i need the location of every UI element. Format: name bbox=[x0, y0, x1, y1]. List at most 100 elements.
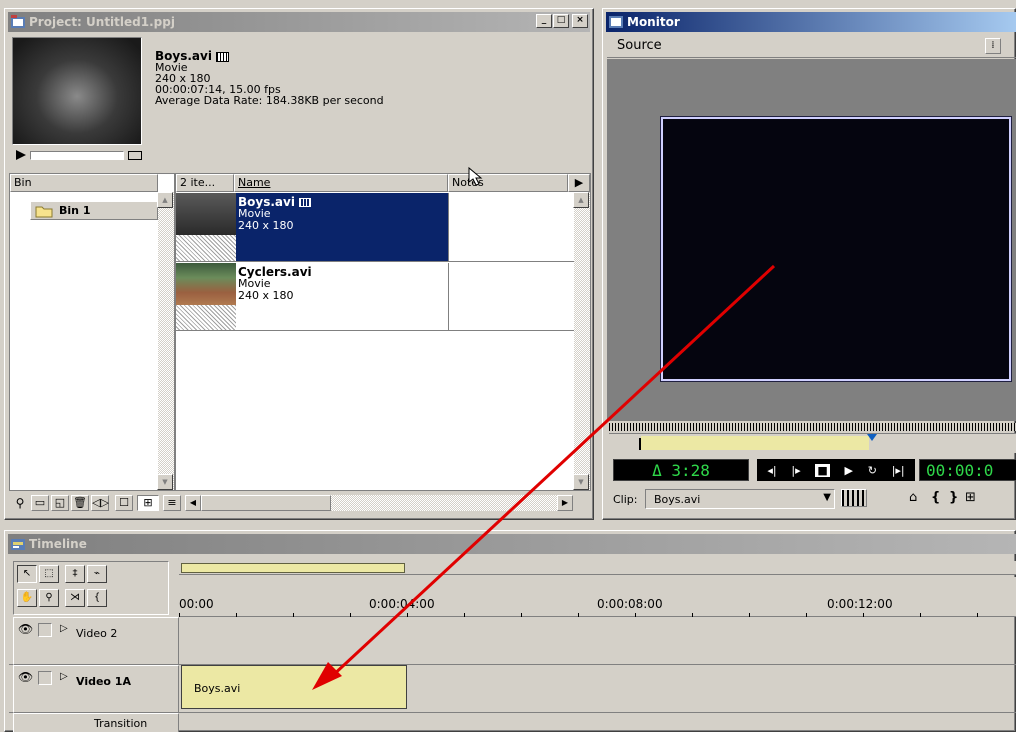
play-in-to-out-icon[interactable]: |▸| bbox=[892, 464, 905, 477]
list-view-icon[interactable]: ≡ bbox=[163, 495, 181, 511]
playhead-marker[interactable] bbox=[867, 434, 877, 441]
source-scrub-bar[interactable] bbox=[609, 433, 1016, 453]
source-menu-icon[interactable]: ⁞ bbox=[985, 38, 1001, 54]
range-select-tool-icon[interactable]: ⬚ bbox=[39, 565, 59, 583]
preview-poster-frame-icon[interactable] bbox=[128, 151, 142, 160]
preview-scrubber[interactable] bbox=[30, 151, 124, 160]
selection-tool-icon[interactable]: ↖ bbox=[17, 565, 37, 583]
list-item[interactable]: Cyclers.avi Movie 240 x 180 bbox=[176, 263, 574, 331]
monitor-window: Monitor Source ⁞ Δ 3:28 ◂| |▸ ■ ▶ ↻ |▸| … bbox=[602, 8, 1016, 520]
hscroll-right[interactable]: ▶ bbox=[557, 495, 573, 511]
source-timeline-ruler[interactable] bbox=[609, 423, 1016, 431]
monitor-titlebar[interactable]: Monitor bbox=[606, 12, 1016, 32]
resize-pane-icon[interactable]: ◁▷ bbox=[91, 495, 109, 511]
ruler-label: 0:00:04:00 bbox=[369, 597, 435, 611]
hscroll-left[interactable]: ◀ bbox=[185, 495, 201, 511]
timeline-titlebar[interactable]: Timeline bbox=[8, 534, 1016, 554]
source-tab[interactable]: Source ⁞ bbox=[607, 36, 1016, 58]
new-bin-icon[interactable]: ▭ bbox=[31, 495, 49, 511]
play-icon[interactable]: ▶ bbox=[845, 464, 853, 477]
ruler-label: 0:00:08:00 bbox=[597, 597, 663, 611]
thumbnail-view-icon[interactable]: ⊞ bbox=[137, 495, 159, 511]
monitor-window-icon bbox=[609, 16, 623, 28]
monitor-viewer bbox=[607, 59, 1016, 421]
timecode-value: 00:00:0 bbox=[926, 461, 994, 480]
timeline-clip-label: Boys.avi bbox=[194, 682, 241, 695]
column-menu-arrow[interactable]: ▶ bbox=[568, 174, 590, 192]
film-strip-icon[interactable] bbox=[841, 489, 867, 507]
chevron-down-icon[interactable]: ▼ bbox=[823, 492, 831, 503]
count-header[interactable]: 2 ite... bbox=[176, 174, 234, 192]
item-dims: 240 x 180 bbox=[238, 289, 294, 302]
close-button[interactable]: × bbox=[572, 14, 588, 28]
timeline-clip[interactable]: Boys.avi bbox=[181, 665, 407, 709]
zoom-tool-icon[interactable]: ⚲ bbox=[39, 589, 59, 607]
step-forward-icon[interactable]: |▸ bbox=[791, 464, 800, 477]
work-area-bar[interactable] bbox=[179, 561, 1016, 575]
track-header: Transition bbox=[13, 713, 179, 732]
notes-cell[interactable] bbox=[448, 263, 449, 330]
clip-thumbnail bbox=[176, 193, 236, 261]
selected-row-highlight: Boys.avi Movie 240 x 180 bbox=[236, 193, 448, 261]
track-label: Video 1A bbox=[76, 675, 131, 688]
track-select-tool-icon[interactable]: ‡ bbox=[65, 565, 85, 583]
clip-thumbnail bbox=[176, 263, 236, 330]
items-scroll-up[interactable]: ▲ bbox=[573, 192, 589, 208]
clip-preview bbox=[10, 35, 145, 165]
insert-icon[interactable]: ⊞ bbox=[965, 490, 976, 505]
bin-item-bin-1[interactable]: Bin 1 bbox=[30, 201, 158, 220]
ripple-edit-tool-icon[interactable]: ⋊ bbox=[65, 589, 85, 607]
icon-view-icon[interactable]: ☐ bbox=[115, 495, 133, 511]
clip-info-rate: Average Data Rate: 184.38KB per second bbox=[155, 94, 384, 107]
mark-in-icon[interactable]: { bbox=[931, 490, 940, 505]
bin-header[interactable]: Bin bbox=[10, 174, 158, 192]
project-titlebar[interactable]: Project: Untitled1.ppj _ □ × bbox=[8, 12, 590, 32]
project-window-title: Project: Untitled1.ppj bbox=[29, 15, 175, 29]
new-item-icon[interactable]: ◱ bbox=[51, 495, 69, 511]
item-text: Cyclers.avi Movie 240 x 180 bbox=[236, 263, 448, 330]
name-header[interactable]: Name bbox=[234, 174, 448, 192]
step-back-icon[interactable]: ◂| bbox=[767, 464, 776, 477]
work-area-range[interactable] bbox=[181, 563, 405, 573]
items-scroll-down[interactable]: ▼ bbox=[573, 474, 589, 490]
lock-toggle[interactable] bbox=[38, 671, 52, 685]
horizontal-scrollbar[interactable] bbox=[201, 495, 557, 511]
play-preview-icon[interactable] bbox=[14, 149, 28, 161]
maximize-button[interactable]: □ bbox=[553, 14, 569, 28]
mark-out-icon[interactable]: } bbox=[949, 490, 958, 505]
items-scrollbar[interactable]: ▲ ▼ bbox=[573, 192, 590, 490]
loop-icon[interactable]: ↻ bbox=[868, 464, 877, 477]
mark-clip-icon[interactable]: ⌂ bbox=[909, 490, 917, 505]
expand-track-icon[interactable]: ▷ bbox=[60, 623, 68, 634]
stop-icon[interactable]: ■ bbox=[815, 463, 830, 477]
notes-cell[interactable] bbox=[448, 193, 449, 261]
timeline-window: Timeline ↖ ⬚ ‡ ⌁ ✋ ⚲ ⋊ { 00:00 0:00:04:0… bbox=[4, 530, 1016, 732]
timecode-display: 00:00:0 bbox=[919, 459, 1016, 481]
hand-tool-icon[interactable]: ✋ bbox=[17, 589, 37, 607]
bin-item-label: Bin 1 bbox=[59, 204, 91, 217]
duration-display: Δ 3:28 bbox=[613, 459, 749, 481]
minimize-button[interactable]: _ bbox=[536, 14, 552, 28]
find-icon[interactable]: ⚲ bbox=[11, 495, 29, 511]
expand-track-icon[interactable]: ▷ bbox=[60, 671, 68, 682]
bin-scroll-down[interactable]: ▼ bbox=[157, 474, 173, 490]
razor-tool-icon[interactable]: ⌁ bbox=[87, 565, 107, 583]
eye-icon[interactable]: 👁 bbox=[18, 622, 33, 636]
items-pane: 2 ite... Name Notes ▶ Boys.avi Movie 240… bbox=[175, 173, 591, 491]
bin-scroll-up[interactable]: ▲ bbox=[157, 192, 173, 208]
lock-toggle[interactable] bbox=[38, 623, 52, 637]
trash-icon[interactable]: 🗑 bbox=[71, 495, 89, 511]
in-point-marker bbox=[639, 438, 641, 450]
source-tab-label: Source bbox=[617, 38, 662, 53]
time-ruler[interactable]: 00:00 0:00:04:00 0:00:08:00 0:00:12:00 bbox=[179, 577, 1016, 617]
list-item[interactable]: Boys.avi Movie 240 x 180 bbox=[176, 193, 574, 262]
clip-dropdown-value: Boys.avi bbox=[654, 493, 701, 506]
transport-controls: ◂| |▸ ■ ▶ ↻ |▸| bbox=[757, 459, 915, 481]
track-video-1a: 👁 ▷ Video 1A Boys.avi bbox=[9, 665, 1016, 713]
clip-dropdown[interactable]: Boys.avi ▼ bbox=[645, 489, 835, 509]
bin-scrollbar[interactable]: ▲ ▼ bbox=[157, 192, 174, 490]
film-icon bbox=[299, 198, 312, 207]
hscroll-thumb[interactable] bbox=[201, 495, 331, 511]
eye-icon[interactable]: 👁 bbox=[18, 670, 33, 684]
in-point-tool-icon[interactable]: { bbox=[87, 589, 107, 607]
